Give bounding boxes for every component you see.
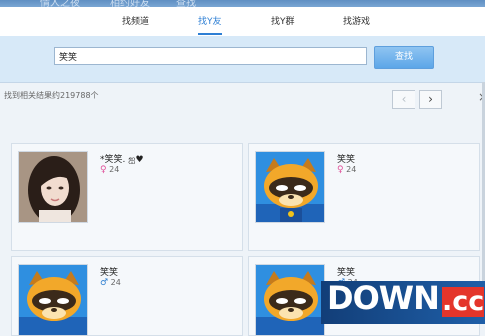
- results-count: 找到相关结果约219788个: [4, 91, 99, 100]
- search-button[interactable]: 查找: [374, 46, 434, 69]
- user-card[interactable]: 笑笑 ♂ 24: [11, 256, 243, 336]
- user-age: 24: [346, 165, 357, 174]
- tab-label: 找Y群: [271, 17, 295, 27]
- chevron-right-icon: ›: [428, 92, 433, 106]
- watermark-suffix: .cc: [442, 286, 485, 317]
- male-icon: ♂: [100, 278, 109, 288]
- tab-groups[interactable]: 找Y群: [271, 7, 295, 35]
- user-age: 24: [110, 278, 121, 287]
- user-name: 笑笑: [337, 155, 356, 165]
- user-meta: ♂ 24: [100, 278, 121, 288]
- tab-channels[interactable]: 找频道: [122, 7, 149, 35]
- watermark-logo: DOWN .cc: [321, 279, 485, 324]
- user-name: 笑笑: [100, 268, 119, 278]
- tab-games[interactable]: 找游戏: [343, 7, 370, 35]
- user-age: 24: [109, 165, 120, 174]
- chevron-left-icon: ‹: [401, 92, 407, 106]
- yy-mascot-icon: [18, 264, 88, 336]
- prev-page-button[interactable]: ‹: [392, 90, 415, 109]
- search-band: 查找: [0, 36, 485, 83]
- female-icon: ♀: [337, 165, 344, 175]
- female-icon: ♀: [100, 165, 107, 175]
- user-meta: ♀ 24: [100, 165, 119, 175]
- user-name: 笑笑: [337, 268, 356, 278]
- tab-bar: 找频道 找Y友 找Y群 找游戏: [0, 7, 485, 37]
- tab-label: 找频道: [122, 17, 150, 27]
- active-tab-underline: [198, 33, 222, 35]
- user-card[interactable]: *笑笑. ஐ♥ ♀ 24: [11, 143, 243, 251]
- watermark-text: DOWN: [327, 279, 440, 317]
- user-meta: ♀ 24: [337, 165, 356, 175]
- next-page-button[interactable]: ›: [419, 90, 442, 109]
- tab-friends[interactable]: 找Y友: [198, 7, 222, 35]
- tab-label: 找游戏: [343, 17, 371, 27]
- yy-mascot-icon: [255, 264, 325, 336]
- yy-mascot-icon: [255, 151, 325, 223]
- tab-label: 找Y友: [198, 17, 222, 27]
- user-name: *笑笑. ஐ♥: [100, 155, 144, 165]
- user-avatar-photo: [18, 151, 88, 223]
- user-card[interactable]: 笑笑 ♀ 24: [248, 143, 480, 251]
- search-input[interactable]: [54, 47, 367, 65]
- top-strip: 情人之夜 相约好友 查找: [0, 0, 485, 9]
